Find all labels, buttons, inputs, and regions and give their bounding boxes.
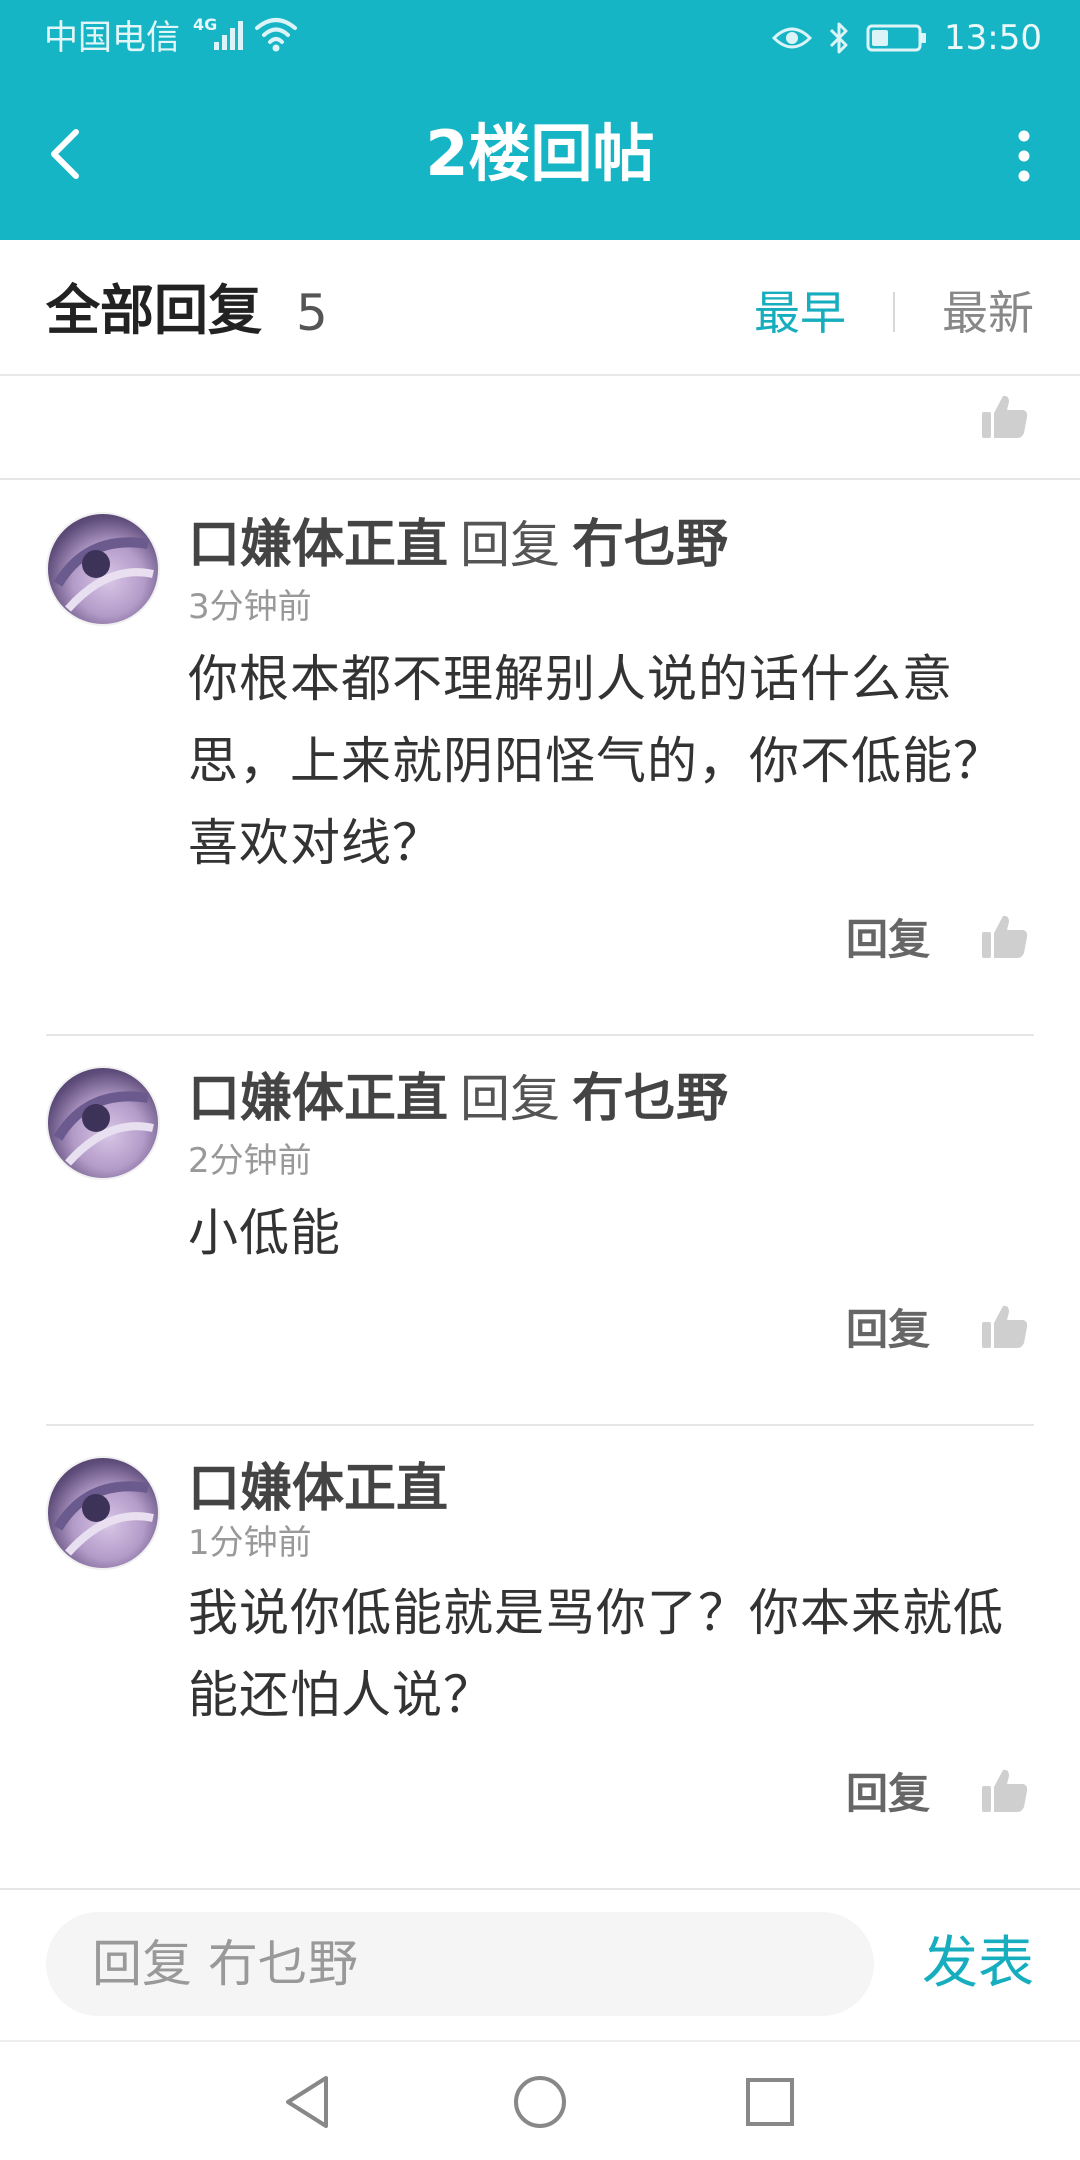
nav-recents-icon[interactable]	[734, 2066, 806, 2138]
replies-header: 全部回复 5 最早 最新	[0, 240, 1080, 376]
avatar[interactable]	[46, 512, 160, 626]
reply-text: 小低能	[188, 1204, 341, 1262]
like-thumb-icon[interactable]	[980, 1766, 1030, 1816]
author-line: 口嫌体正直	[188, 1454, 448, 1524]
back-chevron-icon[interactable]	[40, 118, 96, 190]
status-bar: 中国电信 4G 13:50	[0, 0, 1080, 76]
author-line: 口嫌体正直 回复 冇乜野	[188, 510, 728, 580]
reply-item: 口嫌体正直 回复 冇乜野 3分钟前 你根本都不理解别人说的话什么意思，上来就阴阳怪气…	[0, 482, 1080, 1034]
sort-earliest-tab[interactable]: 最早	[754, 282, 846, 344]
reply-timestamp: 2分钟前	[188, 1141, 312, 1181]
reply-text: 你根本都不理解别人说的话什么意思，上来就阴阳怪气的，你不低能？喜欢对线？	[188, 650, 1004, 872]
avatar[interactable]	[46, 1066, 160, 1180]
reply-item: 口嫌体正直 1分钟前 我说你低能就是骂你了？你本来就低能还怕人说？ 回复	[0, 1426, 1080, 1888]
avatar-image	[53, 537, 154, 612]
avatar-image	[53, 1091, 154, 1166]
sort-newest-tab[interactable]: 最新	[942, 282, 1034, 344]
author-line: 口嫌体正直 回复 冇乜野	[188, 1064, 728, 1134]
system-nav-bar	[0, 2040, 1080, 2160]
publish-button[interactable]: 发表	[922, 1924, 1034, 2004]
reply-target-name[interactable]: 冇乜野	[572, 1069, 728, 1129]
author-name[interactable]: 口嫌体正直	[188, 1459, 448, 1519]
reply-item: 口嫌体正直 回复 冇乜野 2分钟前 小低能 回复	[0, 1036, 1080, 1424]
reply-list[interactable]: 口嫌体正直 回复 冇乜野 3分钟前 你根本都不理解别人说的话什么意思，上来就阴阳怪气…	[0, 378, 1080, 1890]
avatar-image	[53, 1481, 154, 1556]
page-title: 2楼回帖	[425, 117, 655, 190]
status-time: 13:50	[944, 18, 1042, 58]
reply-target-name[interactable]: 冇乜野	[572, 515, 728, 575]
author-name[interactable]: 口嫌体正直	[188, 515, 448, 575]
signal-icon	[214, 21, 243, 50]
replies-title: 全部回复	[46, 279, 262, 342]
sort-divider	[893, 292, 895, 332]
author-name[interactable]: 口嫌体正直	[188, 1069, 448, 1129]
wifi-icon	[255, 18, 297, 52]
reply-input-bar: 发表	[0, 1888, 1080, 2040]
avatar[interactable]	[46, 1456, 160, 1570]
nav-home-icon[interactable]	[504, 2066, 576, 2138]
reply-button[interactable]: 回复	[846, 1766, 930, 1822]
title-bar: 2楼回帖	[0, 76, 1080, 240]
app-header: 中国电信 4G 13:50 2楼回帖	[0, 0, 1080, 240]
carrier-name: 中国电信	[44, 18, 180, 58]
reply-text: 我说你低能就是骂你了？你本来就低能还怕人说？	[188, 1584, 1004, 1724]
reply-timestamp: 1分钟前	[188, 1523, 312, 1563]
eye-comfort-icon	[772, 27, 813, 49]
reply-to-label: 回复	[460, 1070, 561, 1128]
like-thumb-icon[interactable]	[980, 1302, 1030, 1352]
reply-input[interactable]	[46, 1912, 874, 2016]
like-thumb-icon[interactable]	[980, 392, 1030, 442]
status-right-group: 13:50	[772, 14, 1042, 62]
reply-to-label: 回复	[460, 516, 561, 574]
bluetooth-icon	[829, 22, 848, 54]
reply-timestamp: 3分钟前	[188, 587, 312, 627]
nav-back-icon[interactable]	[272, 2066, 344, 2138]
more-vertical-icon[interactable]	[996, 120, 1052, 192]
replies-count: 5	[296, 284, 328, 342]
partial-reply-row	[0, 378, 1080, 480]
like-thumb-icon[interactable]	[980, 912, 1030, 962]
reply-button[interactable]: 回复	[846, 1302, 930, 1358]
battery-icon	[866, 24, 927, 52]
reply-button[interactable]: 回复	[846, 912, 930, 968]
